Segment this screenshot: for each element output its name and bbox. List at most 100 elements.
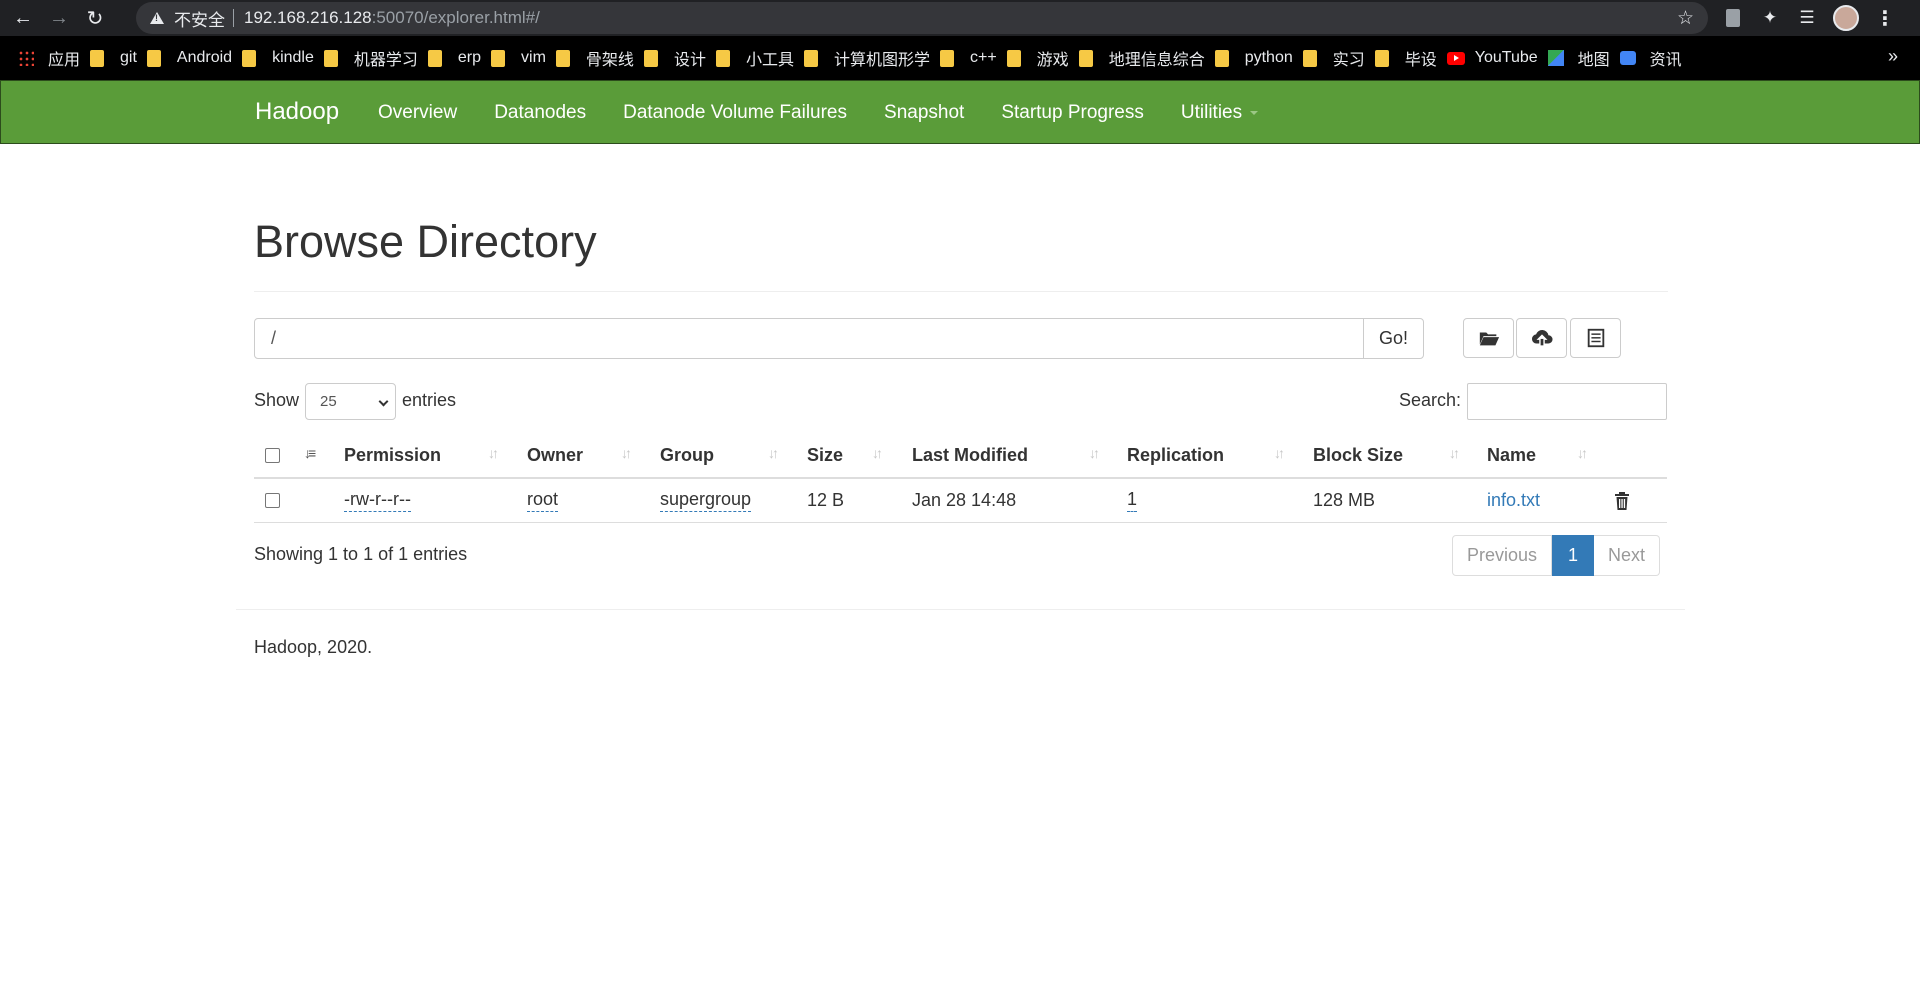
bookmark-star-icon[interactable]: ☆ [1677, 7, 1694, 30]
previous-button[interactable]: Previous [1452, 535, 1553, 576]
column-replication[interactable]: Replication [1127, 433, 1224, 477]
create-directory-button[interactable] [1463, 318, 1514, 358]
profile-avatar[interactable] [1833, 5, 1859, 31]
bookmark-label: 游戏 [1036, 52, 1069, 69]
replication-link[interactable]: 1 [1127, 489, 1138, 512]
sort-icon[interactable]: ↓↑ [488, 445, 499, 461]
row-checkbox[interactable] [265, 493, 280, 508]
document-icon[interactable] [1722, 7, 1744, 29]
bookmark-item[interactable]: 应用 [18, 36, 80, 80]
bookmark-item[interactable]: 计算机图形学 [803, 36, 930, 80]
bookmark-item[interactable]: Android [146, 36, 233, 80]
column-block-size[interactable]: Block Size [1313, 433, 1403, 477]
nav-startup-progress[interactable]: Startup Progress [1001, 102, 1144, 124]
bookmark-label: 设计 [673, 52, 706, 69]
nav-datanode-volume-failures[interactable]: Datanode Volume Failures [623, 102, 847, 124]
sort-icon[interactable]: ↓↑ [1577, 445, 1588, 461]
folder-icon [427, 49, 442, 67]
nav-overview[interactable]: Overview [378, 102, 457, 124]
bookmark-item[interactable]: 毕设 [1374, 36, 1437, 80]
apps-grid-icon [18, 50, 34, 66]
file-table: ↓≡ Permission ↓↑ Owner ↓↑ Group ↓↑ Size … [254, 433, 1667, 523]
row-select-cell [265, 479, 280, 522]
column-group[interactable]: Group [660, 433, 714, 477]
table-header-row: ↓≡ Permission ↓↑ Owner ↓↑ Group ↓↑ Size … [254, 433, 1667, 479]
upload-files-button[interactable] [1516, 318, 1567, 358]
bookmark-item[interactable]: 地理信息综合 [1078, 36, 1205, 80]
column-permission[interactable]: Permission [344, 433, 441, 477]
bookmark-item[interactable]: vim [491, 36, 546, 80]
column-size[interactable]: Size [807, 433, 843, 477]
column-name[interactable]: Name [1487, 433, 1536, 477]
reload-icon[interactable]: ↻ [82, 5, 108, 31]
replication-cell: 1 [1127, 479, 1138, 522]
back-arrow-icon[interactable]: ← [10, 5, 36, 31]
address-bar[interactable]: 不安全 192.168.216.128:50070/explorer.html#… [136, 2, 1708, 34]
owner-link[interactable]: root [527, 489, 559, 512]
bookmark-item[interactable]: kindle [242, 36, 314, 80]
bookmark-item[interactable]: 游戏 [1006, 36, 1069, 80]
bookmark-label: 毕设 [1404, 52, 1437, 69]
bookmark-item[interactable]: 实习 [1302, 36, 1365, 80]
folder-icon [939, 49, 954, 67]
sort-icon[interactable]: ↓↑ [1274, 445, 1285, 461]
address-divider [233, 9, 234, 27]
nav-utilities-dropdown[interactable]: Utilities [1181, 102, 1259, 124]
reading-list-icon[interactable]: ☰ [1796, 7, 1818, 29]
directory-path-input[interactable]: / [254, 318, 1364, 359]
bookmark-label: Android [176, 49, 233, 66]
trash-icon[interactable] [1614, 491, 1630, 510]
search-input[interactable] [1467, 383, 1667, 420]
bookmark-item[interactable]: 资讯 [1619, 36, 1682, 80]
cut-paste-button[interactable] [1570, 318, 1621, 358]
bookmark-label: 机器学习 [353, 52, 418, 69]
news-icon [1619, 51, 1636, 65]
bookmark-item[interactable]: c++ [939, 36, 997, 80]
bookmark-item[interactable]: 骨架线 [555, 36, 634, 80]
size-cell: 12 B [807, 490, 845, 510]
url-path: :50070/explorer.html#/ [371, 8, 540, 27]
puzzle-extension-icon[interactable]: ✦ [1759, 7, 1781, 29]
forward-arrow-icon[interactable]: → [46, 5, 72, 31]
bookmark-item[interactable]: erp [427, 36, 481, 80]
group-link[interactable]: supergroup [660, 489, 752, 512]
bookmark-label: 骨架线 [585, 52, 634, 69]
page-1-button[interactable]: 1 [1552, 535, 1595, 576]
bookmark-item[interactable]: python [1214, 36, 1293, 80]
bookmark-item[interactable]: 设计 [643, 36, 706, 80]
bookmark-label: YouTube [1474, 49, 1538, 66]
sort-icon[interactable]: ↓↑ [872, 445, 883, 461]
bookmark-label: 计算机图形学 [833, 52, 930, 69]
sort-icon[interactable]: ↓↑ [1449, 445, 1460, 461]
column-owner[interactable]: Owner [527, 433, 583, 477]
sort-asc-icon[interactable]: ↓≡ [304, 445, 316, 461]
folder-icon [90, 49, 105, 67]
sort-icon[interactable]: ↓↑ [768, 445, 779, 461]
delete-cell [1614, 479, 1630, 522]
sort-icon[interactable]: ↓↑ [1089, 445, 1100, 461]
insecure-label: 不安全 [174, 10, 225, 30]
bookmark-item[interactable]: 小工具 [715, 36, 794, 80]
nav-datanodes[interactable]: Datanodes [494, 102, 586, 124]
bookmarks-overflow-icon[interactable]: » [1888, 46, 1898, 67]
file-name-link[interactable]: info.txt [1487, 490, 1540, 511]
bookmark-item[interactable]: YouTube [1446, 36, 1538, 80]
sort-icon[interactable]: ↓↑ [621, 445, 632, 461]
search-label: Search: [1399, 390, 1462, 410]
page-size-select[interactable]: 25 [305, 383, 396, 420]
bookmark-item[interactable]: 地图 [1547, 36, 1610, 80]
bookmark-item[interactable]: 机器学习 [323, 36, 418, 80]
permission-link[interactable]: -rw-r--r-- [344, 489, 411, 512]
page-size-value: 25 [320, 393, 337, 410]
nav-links: Overview Datanodes Datanode Volume Failu… [378, 102, 1295, 124]
brand-link[interactable]: Hadoop [255, 98, 339, 126]
go-button[interactable]: Go! [1363, 318, 1424, 359]
bookmark-label: vim [521, 49, 546, 66]
owner-cell: root [527, 479, 559, 522]
more-menu-icon[interactable]: ⋮ [1874, 7, 1896, 30]
column-last-modified[interactable]: Last Modified [912, 433, 1028, 477]
nav-snapshot[interactable]: Snapshot [884, 102, 964, 124]
bookmark-item[interactable]: git [90, 36, 137, 80]
next-button[interactable]: Next [1594, 535, 1661, 576]
select-all-checkbox[interactable] [265, 447, 280, 463]
